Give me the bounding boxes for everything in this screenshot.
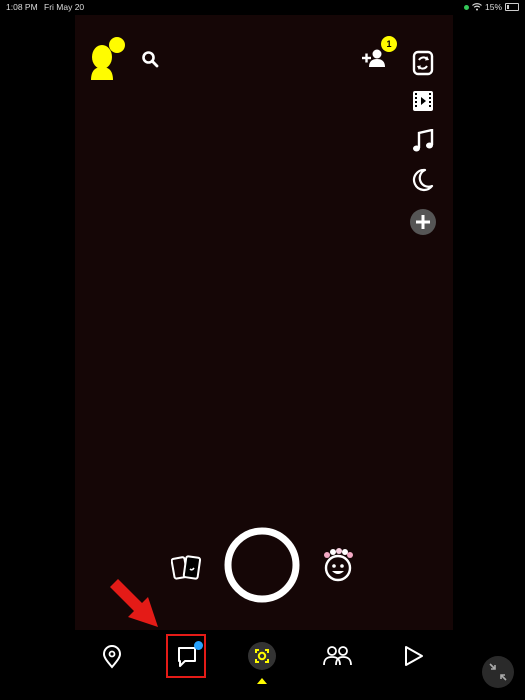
recording-indicator-icon (463, 4, 469, 10)
status-bar: 1:08 PM Fri May 20 15% (0, 0, 525, 14)
play-icon[interactable] (402, 645, 424, 667)
memories-icon[interactable] (171, 554, 203, 582)
music-note-icon[interactable] (412, 129, 434, 153)
shutter-button[interactable] (223, 526, 301, 604)
status-date: Fri May 20 (44, 2, 85, 12)
camera-scan-icon[interactable] (247, 641, 277, 671)
wifi-icon (472, 3, 482, 11)
status-right: 15% (463, 2, 519, 12)
annotation-arrow-icon (110, 579, 158, 627)
friend-request-count-badge: 1 (381, 36, 397, 52)
video-filmstrip-icon[interactable] (412, 90, 434, 112)
add-friend-icon[interactable] (362, 48, 386, 68)
search-icon[interactable] (141, 50, 159, 68)
status-time: 1:08 PM (6, 2, 38, 12)
bitmoji-avatar-icon[interactable] (88, 36, 130, 82)
friends-icon[interactable] (323, 645, 353, 667)
plus-icon[interactable] (409, 208, 437, 236)
flip-camera-icon[interactable] (412, 50, 434, 76)
battery-icon (505, 3, 519, 11)
minimize-icon[interactable] (481, 655, 515, 689)
night-mode-moon-icon[interactable] (412, 168, 434, 192)
active-tab-indicator-icon (257, 678, 267, 684)
lenses-face-icon[interactable] (320, 547, 356, 583)
chat-notification-dot (194, 641, 203, 650)
battery-percent: 15% (484, 2, 502, 12)
map-pin-icon[interactable] (102, 645, 122, 669)
